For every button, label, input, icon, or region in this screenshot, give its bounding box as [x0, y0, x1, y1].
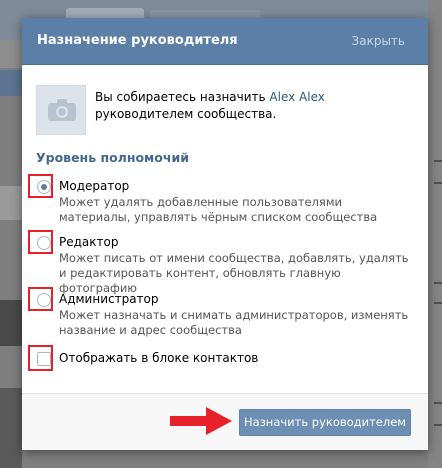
- dialog-title: Назначение руководителя: [37, 33, 238, 48]
- assign-notice: Вы собираетесь назначить Alex Alex руков…: [36, 85, 416, 137]
- notice-text-before: Вы собираетесь назначить: [95, 90, 270, 104]
- radio-icon[interactable]: [37, 236, 51, 250]
- community-photo-placeholder: [36, 85, 86, 135]
- role-option-editor[interactable]: Редактор Может писать от имени сообществ…: [36, 235, 416, 295]
- checkbox-icon[interactable]: [37, 352, 51, 366]
- role-option-administrator[interactable]: Администратор Может назначать и снимать …: [36, 292, 416, 337]
- background-line: [434, 424, 442, 426]
- role-description: Может удалять добавленные пользователями…: [59, 195, 378, 224]
- background-line: [434, 182, 442, 184]
- assign-manager-button[interactable]: Назначить руководителем: [239, 409, 411, 436]
- background-panel: [0, 186, 22, 220]
- background-line: [434, 160, 442, 162]
- background-panel: [0, 70, 22, 96]
- role-label: Администратор: [59, 292, 159, 306]
- background-line: [434, 402, 442, 404]
- assign-notice-text: Вы собираетесь назначить Alex Alex руков…: [95, 89, 395, 123]
- role-description: Может назначать и снимать администраторо…: [59, 308, 409, 337]
- role-option-moderator[interactable]: Модератор Может удалять добавленные поль…: [36, 179, 416, 224]
- close-button[interactable]: Закрыть: [352, 34, 405, 48]
- background-panel: [0, 40, 22, 68]
- role-label: Редактор: [59, 235, 119, 249]
- show-in-contacts-option[interactable]: Отображать в блоке контактов: [36, 351, 416, 369]
- dialog-footer: Назначить руководителем: [22, 393, 428, 450]
- role-label: Модератор: [59, 179, 130, 193]
- role-description: Может писать от имени сообщества, добавл…: [59, 251, 409, 295]
- background-column: [428, 0, 442, 468]
- background-image: [0, 300, 22, 346]
- background-image: [0, 388, 22, 468]
- dialog-header: Назначение руководителя Закрыть: [22, 18, 428, 65]
- background-line: [434, 302, 442, 304]
- camera-icon: [48, 99, 76, 121]
- radio-icon[interactable]: [37, 293, 51, 307]
- permissions-section-title: Уровень полномочий: [36, 150, 189, 165]
- assign-manager-dialog: Назначение руководителя Закрыть Вы собир…: [22, 18, 428, 450]
- radio-icon[interactable]: [37, 180, 51, 194]
- checkbox-label: Отображать в блоке контактов: [59, 351, 259, 365]
- notice-text-after: руководителем сообщества.: [95, 107, 277, 121]
- arrow-right-icon: [170, 407, 232, 435]
- background-line: [434, 282, 442, 284]
- user-name-link[interactable]: Alex Alex: [269, 90, 324, 104]
